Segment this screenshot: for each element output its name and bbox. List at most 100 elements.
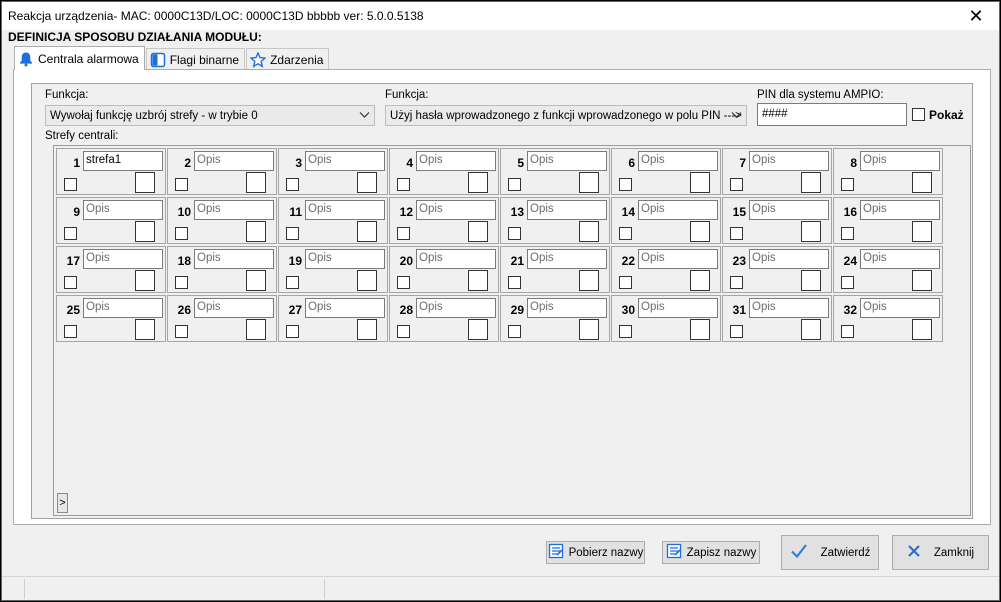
funkcja1-select[interactable]: Wywołaj funkcję uzbrój strefy - w trybie…: [45, 105, 375, 126]
zone-description-input[interactable]: Opis: [527, 298, 607, 318]
zone-description-input[interactable]: Opis: [194, 151, 274, 171]
zone-state-box[interactable]: [135, 172, 155, 193]
zone-description-input[interactable]: Opis: [83, 298, 163, 318]
zone-description-input[interactable]: Opis: [305, 200, 385, 220]
zone-state-box[interactable]: [801, 270, 821, 291]
zone-state-box[interactable]: [579, 221, 599, 242]
zone-checkbox[interactable]: [64, 178, 77, 191]
zone-state-box[interactable]: [468, 319, 488, 340]
zone-state-box[interactable]: [246, 221, 266, 242]
zone-description-input[interactable]: Opis: [860, 151, 940, 171]
zone-state-box[interactable]: [468, 221, 488, 242]
zone-state-box[interactable]: [357, 221, 377, 242]
zone-state-box[interactable]: [135, 221, 155, 242]
zapisz-nazwy-button[interactable]: Zapisz nazwy: [662, 541, 760, 564]
zone-state-box[interactable]: [579, 270, 599, 291]
zone-state-box[interactable]: [690, 270, 710, 291]
zone-checkbox[interactable]: [841, 178, 854, 191]
zone-checkbox[interactable]: [730, 227, 743, 240]
zone-description-input[interactable]: Opis: [638, 200, 718, 220]
zone-description-input[interactable]: Opis: [83, 249, 163, 269]
zone-checkbox[interactable]: [397, 178, 410, 191]
zone-state-box[interactable]: [912, 221, 932, 242]
zone-checkbox[interactable]: [286, 276, 299, 289]
zone-state-box[interactable]: [912, 172, 932, 193]
close-window-button[interactable]: ✕: [953, 2, 999, 30]
zone-checkbox[interactable]: [175, 325, 188, 338]
zone-description-input[interactable]: Opis: [416, 200, 496, 220]
zone-state-box[interactable]: [801, 172, 821, 193]
zone-state-box[interactable]: [912, 270, 932, 291]
zone-state-box[interactable]: [468, 172, 488, 193]
zone-checkbox[interactable]: [286, 325, 299, 338]
zone-checkbox[interactable]: [286, 227, 299, 240]
scroll-right-button[interactable]: >: [57, 493, 68, 513]
zone-description-input[interactable]: Opis: [194, 298, 274, 318]
zone-checkbox[interactable]: [64, 227, 77, 240]
zatwierdz-button[interactable]: Zatwierdź: [781, 535, 879, 570]
zone-state-box[interactable]: [357, 319, 377, 340]
zone-description-input[interactable]: Opis: [860, 200, 940, 220]
zone-checkbox[interactable]: [841, 227, 854, 240]
zone-checkbox[interactable]: [508, 227, 521, 240]
zone-description-input[interactable]: Opis: [416, 249, 496, 269]
zone-checkbox[interactable]: [286, 178, 299, 191]
zone-state-box[interactable]: [579, 172, 599, 193]
zone-state-box[interactable]: [912, 319, 932, 340]
zone-checkbox[interactable]: [64, 325, 77, 338]
tab-centrala-alarmowa[interactable]: Centrala alarmowa: [14, 46, 145, 70]
zone-description-input[interactable]: Opis: [527, 249, 607, 269]
zone-state-box[interactable]: [246, 172, 266, 193]
zone-state-box[interactable]: [801, 221, 821, 242]
zone-state-box[interactable]: [135, 319, 155, 340]
zone-description-input[interactable]: Opis: [416, 298, 496, 318]
zone-description-input[interactable]: Opis: [305, 249, 385, 269]
zone-description-input[interactable]: Opis: [638, 151, 718, 171]
zone-description-input[interactable]: Opis: [638, 249, 718, 269]
zone-checkbox[interactable]: [397, 276, 410, 289]
zone-description-input[interactable]: Opis: [527, 151, 607, 171]
zone-checkbox[interactable]: [730, 178, 743, 191]
zone-checkbox[interactable]: [397, 227, 410, 240]
zone-state-box[interactable]: [357, 270, 377, 291]
funkcja2-select[interactable]: Użyj hasła wprowadzonego z funkcji wprow…: [385, 105, 747, 126]
zone-description-input[interactable]: Opis: [416, 151, 496, 171]
zone-checkbox[interactable]: [175, 227, 188, 240]
zone-state-box[interactable]: [579, 319, 599, 340]
zone-state-box[interactable]: [246, 270, 266, 291]
zone-checkbox[interactable]: [619, 325, 632, 338]
zone-description-input[interactable]: Opis: [749, 298, 829, 318]
zone-checkbox[interactable]: [619, 276, 632, 289]
pobierz-nazwy-button[interactable]: Pobierz nazwy: [546, 541, 645, 564]
zone-state-box[interactable]: [690, 172, 710, 193]
zone-checkbox[interactable]: [175, 276, 188, 289]
zone-description-input[interactable]: Opis: [638, 298, 718, 318]
zone-state-box[interactable]: [690, 221, 710, 242]
zone-checkbox[interactable]: [508, 325, 521, 338]
zone-checkbox[interactable]: [508, 276, 521, 289]
zone-checkbox[interactable]: [175, 178, 188, 191]
zone-state-box[interactable]: [801, 319, 821, 340]
zone-description-input[interactable]: Opis: [305, 151, 385, 171]
pin-input[interactable]: ####: [757, 103, 907, 126]
zone-description-input[interactable]: Opis: [305, 298, 385, 318]
zone-checkbox[interactable]: [64, 276, 77, 289]
zone-description-input[interactable]: Opis: [860, 298, 940, 318]
zone-state-box[interactable]: [468, 270, 488, 291]
zone-description-input[interactable]: Opis: [749, 200, 829, 220]
zone-state-box[interactable]: [690, 319, 710, 340]
zone-description-input[interactable]: Opis: [749, 249, 829, 269]
zone-description-input[interactable]: Opis: [749, 151, 829, 171]
zone-checkbox[interactable]: [730, 325, 743, 338]
zone-state-box[interactable]: [357, 172, 377, 193]
zone-description-input[interactable]: Opis: [527, 200, 607, 220]
zone-description-input[interactable]: Opis: [83, 200, 163, 220]
zone-checkbox[interactable]: [619, 178, 632, 191]
zone-description-input[interactable]: Opis: [194, 249, 274, 269]
zone-checkbox[interactable]: [397, 325, 410, 338]
zone-state-box[interactable]: [246, 319, 266, 340]
zone-checkbox[interactable]: [841, 325, 854, 338]
pokaz-checkbox[interactable]: [912, 108, 925, 121]
zamknij-button[interactable]: Zamknij: [892, 535, 989, 570]
zone-checkbox[interactable]: [619, 227, 632, 240]
